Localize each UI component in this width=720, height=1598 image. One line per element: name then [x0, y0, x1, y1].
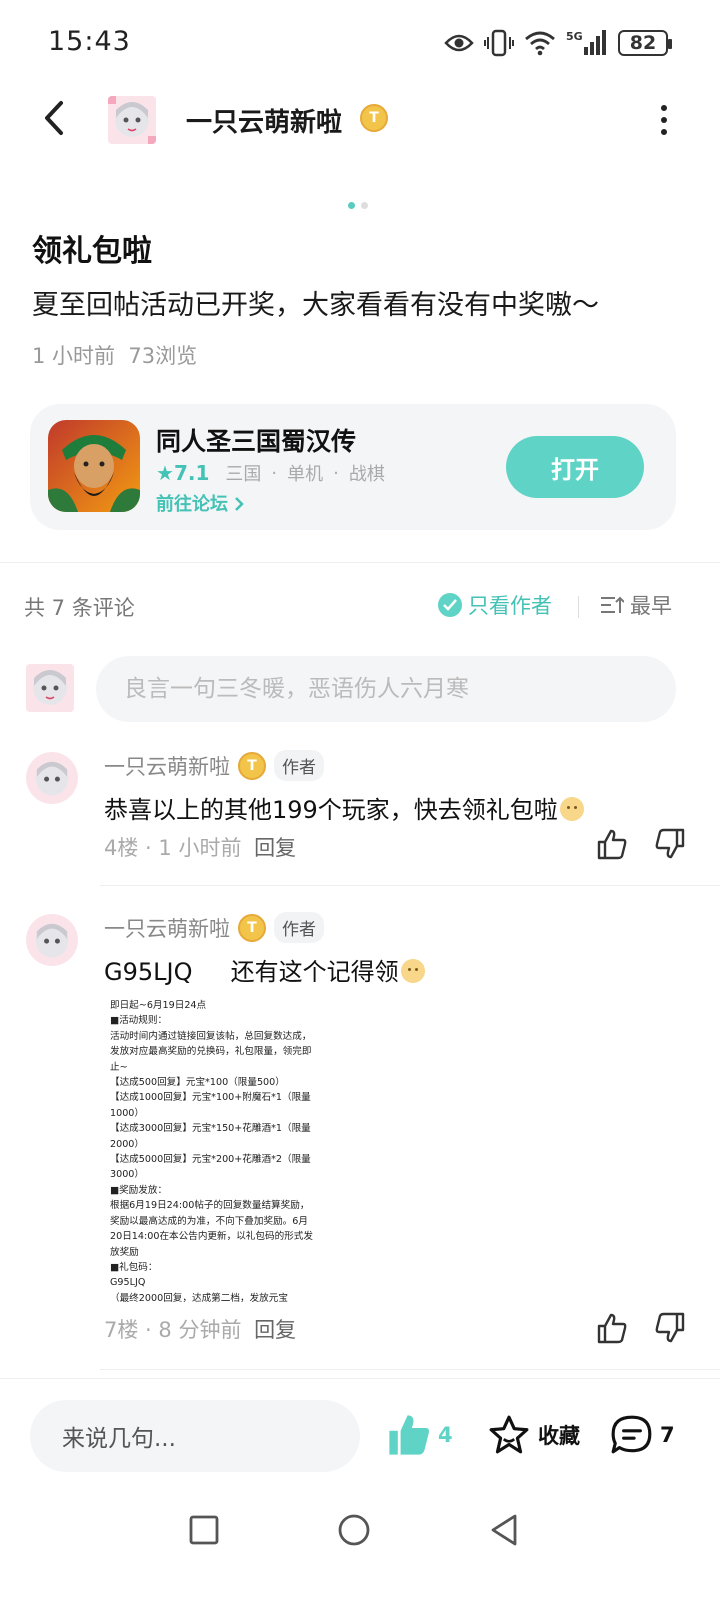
comment-text: 恭喜以上的其他199个玩家，快去领礼包啦	[104, 790, 584, 825]
svg-text:5G: 5G	[566, 30, 583, 43]
back-button[interactable]	[30, 94, 78, 142]
comment-filter-bar: 共 7 条评论 只看作者 最早	[0, 588, 720, 628]
check-icon	[438, 593, 462, 617]
comment-meta: 4楼 · 1 小时前 回复	[104, 836, 297, 860]
comment-input-row	[0, 656, 720, 724]
commenter-avatar[interactable]	[26, 752, 78, 804]
my-avatar	[26, 664, 74, 712]
game-tag: 战棋	[348, 464, 385, 485]
divider	[0, 562, 720, 563]
author-tag: 作者	[274, 750, 324, 781]
wifi-icon	[525, 31, 555, 56]
back-nav-button[interactable]	[484, 1510, 524, 1550]
signal-5g-icon: 5G	[566, 30, 606, 55]
sort-icon	[601, 596, 624, 613]
top-header: 一只云萌新啦 T	[0, 88, 720, 152]
game-card[interactable]: 同人圣三国蜀汉传 ★7.1 三国 · 单机 · 战棋 前往论坛 打开	[30, 404, 676, 530]
comment-text: G95LJQ 还有这个记得领	[104, 952, 425, 987]
divider	[100, 885, 720, 886]
divider	[0, 1378, 720, 1379]
commenter-name[interactable]: 一只云萌新啦	[104, 751, 230, 781]
coin-badge-icon: T	[238, 751, 266, 780]
post-body: 夏至回帖活动已开奖，大家看看有没有中奖嗷～	[32, 290, 599, 321]
game-tag: 单机	[287, 464, 324, 485]
thumbs-up-filled-icon	[389, 1415, 429, 1455]
comments-button[interactable]: 7	[610, 1414, 675, 1456]
battery-icon: 82	[618, 30, 672, 56]
carousel-dots	[348, 202, 368, 209]
emoji-icon	[400, 959, 425, 983]
eye-icon	[444, 34, 474, 52]
comment-meta: 7楼 · 8 分钟前 回复	[104, 1318, 297, 1342]
thumbs-down-icon[interactable]	[654, 828, 686, 860]
open-game-button[interactable]: 打开	[506, 436, 644, 498]
home-button[interactable]	[334, 1510, 374, 1550]
game-info-row: ★7.1 三国 · 单机 · 战棋	[156, 461, 385, 485]
comment-item: 一只云萌新啦 T 作者 G95LJQ 还有这个记得领 即日起~6月19日24点 …	[0, 906, 720, 1370]
thumbs-up-icon[interactable]	[596, 828, 628, 860]
vibrate-icon	[484, 29, 514, 57]
say-something-input[interactable]: 来说几句...	[30, 1400, 360, 1472]
favorite-button[interactable]: 收藏	[488, 1414, 580, 1456]
separator	[578, 596, 579, 618]
forum-link[interactable]: 前往论坛	[156, 490, 245, 516]
star-outline-icon	[489, 1415, 529, 1454]
star-icon: ★	[156, 461, 174, 485]
comment-actions	[596, 828, 686, 860]
author-avatar[interactable]	[108, 96, 156, 144]
post-views: 73浏览	[128, 344, 198, 368]
thumbs-down-icon[interactable]	[654, 1312, 686, 1344]
circle-icon	[338, 1514, 370, 1546]
system-nav-bar	[0, 1490, 720, 1570]
author-name[interactable]: 一只云萌新啦	[186, 102, 342, 139]
post-title: 领礼包啦	[32, 234, 152, 269]
comment-image[interactable]: 即日起~6月19日24点 ■活动规则： 活动时间内通过链接回复该帖，总回复数达成…	[110, 998, 330, 1320]
game-icon[interactable]	[48, 420, 140, 512]
coin-badge-icon: T	[360, 104, 388, 132]
divider	[100, 1369, 720, 1370]
coin-badge-icon: T	[238, 913, 266, 942]
post-meta: 1 小时前 73浏览	[32, 340, 197, 370]
thumbs-up-icon[interactable]	[596, 1312, 628, 1344]
emoji-icon	[559, 797, 584, 821]
like-button[interactable]: 4	[386, 1414, 453, 1456]
square-icon	[189, 1515, 219, 1545]
comment-item: 一只云萌新啦 T 作者 恭喜以上的其他199个玩家，快去领礼包啦 4楼 · 1 …	[0, 744, 720, 886]
commenter-info: 一只云萌新啦 T 作者	[104, 750, 324, 781]
sort-button[interactable]: 最早	[600, 590, 672, 620]
game-title[interactable]: 同人圣三国蜀汉传	[156, 422, 356, 458]
bottom-action-bar: 来说几句... 4 收藏 7	[0, 1396, 720, 1476]
status-icons: 5G 82	[444, 26, 672, 60]
commenter-name[interactable]: 一只云萌新啦	[104, 913, 230, 943]
more-options-button[interactable]	[652, 100, 676, 140]
commenter-avatar[interactable]	[26, 914, 78, 966]
commenter-info: 一只云萌新啦 T 作者	[104, 912, 324, 943]
reply-button[interactable]: 回复	[254, 836, 296, 860]
game-tag: 三国	[225, 464, 262, 485]
status-time: 15:43	[48, 26, 131, 57]
chevron-right-icon	[235, 497, 245, 511]
author-tag: 作者	[274, 912, 324, 943]
status-bar: 15:43 5G 82	[0, 0, 720, 88]
comment-actions	[596, 1312, 686, 1344]
comment-bubble-icon	[611, 1415, 652, 1454]
triangle-back-icon	[491, 1514, 517, 1546]
reply-button[interactable]: 回复	[254, 1318, 296, 1342]
comment-count: 共 7 条评论	[24, 596, 135, 620]
chevron-left-icon	[45, 101, 63, 135]
game-rating: ★7.1	[156, 461, 210, 485]
post-time: 1 小时前	[32, 344, 116, 368]
comment-input[interactable]	[96, 656, 676, 722]
recent-apps-button[interactable]	[184, 1510, 224, 1550]
author-only-toggle[interactable]: 只看作者	[438, 590, 552, 620]
